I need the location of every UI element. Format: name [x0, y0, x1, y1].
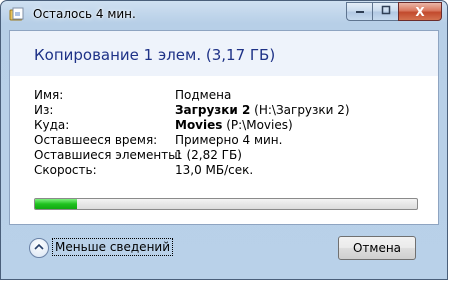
- items-left-label: Оставшиеся элементы:: [34, 148, 182, 162]
- from-value[interactable]: Загрузки 2 (H:\Загрузки 2): [175, 103, 350, 118]
- to-folder-path: (P:\Movies): [222, 118, 293, 132]
- from-folder-name[interactable]: Загрузки 2: [175, 103, 250, 117]
- maximize-button[interactable]: [372, 2, 398, 21]
- minimize-icon: [355, 5, 365, 18]
- heading-band: Копирование 1 элем. (3,17 ГБ): [10, 31, 438, 76]
- name-label: Имя:: [34, 88, 64, 102]
- minimize-button[interactable]: [346, 2, 372, 21]
- to-label: Куда:: [34, 118, 70, 132]
- maximize-icon: [381, 5, 391, 18]
- title-bar[interactable]: Осталось 4 мин. X: [1, 1, 447, 27]
- speed-value: 13,0 МБ/сек.: [175, 163, 254, 177]
- time-left-label: Оставшееся время:: [34, 133, 158, 147]
- copy-folder-icon: [9, 7, 25, 23]
- to-folder-name[interactable]: Movies: [175, 118, 222, 132]
- from-folder-path: (H:\Загрузки 2): [250, 103, 350, 117]
- window-title: Осталось 4 мин.: [33, 7, 136, 21]
- copy-progress-bar: [34, 198, 418, 210]
- cancel-button[interactable]: Отмена: [338, 236, 416, 260]
- copy-heading: Копирование 1 элем. (3,17 ГБ): [34, 46, 276, 64]
- items-left-value: 1 (2,82 ГБ): [175, 148, 242, 162]
- time-left-value: Примерно 4 мин.: [175, 133, 283, 147]
- less-details-link[interactable]: Меньше сведений: [51, 238, 174, 256]
- name-value: Подмена: [175, 88, 232, 102]
- chevron-up-icon: [34, 243, 44, 254]
- to-value[interactable]: Movies (P:\Movies): [175, 118, 293, 133]
- dialog-footer: Меньше сведений Отмена: [1, 226, 447, 279]
- less-details-toggle[interactable]: [29, 238, 49, 258]
- from-label: Из:: [34, 103, 54, 117]
- speed-label: Скорость:: [34, 163, 97, 177]
- close-button[interactable]: X: [398, 2, 442, 21]
- dialog-content: Копирование 1 элем. (3,17 ГБ) Имя: Подме…: [9, 30, 439, 225]
- progress-fill: [35, 199, 78, 209]
- window-controls: X: [346, 2, 442, 21]
- close-icon: X: [415, 4, 425, 19]
- copy-dialog-window: Осталось 4 мин. X Копирование 1 элем. (3…: [0, 0, 448, 280]
